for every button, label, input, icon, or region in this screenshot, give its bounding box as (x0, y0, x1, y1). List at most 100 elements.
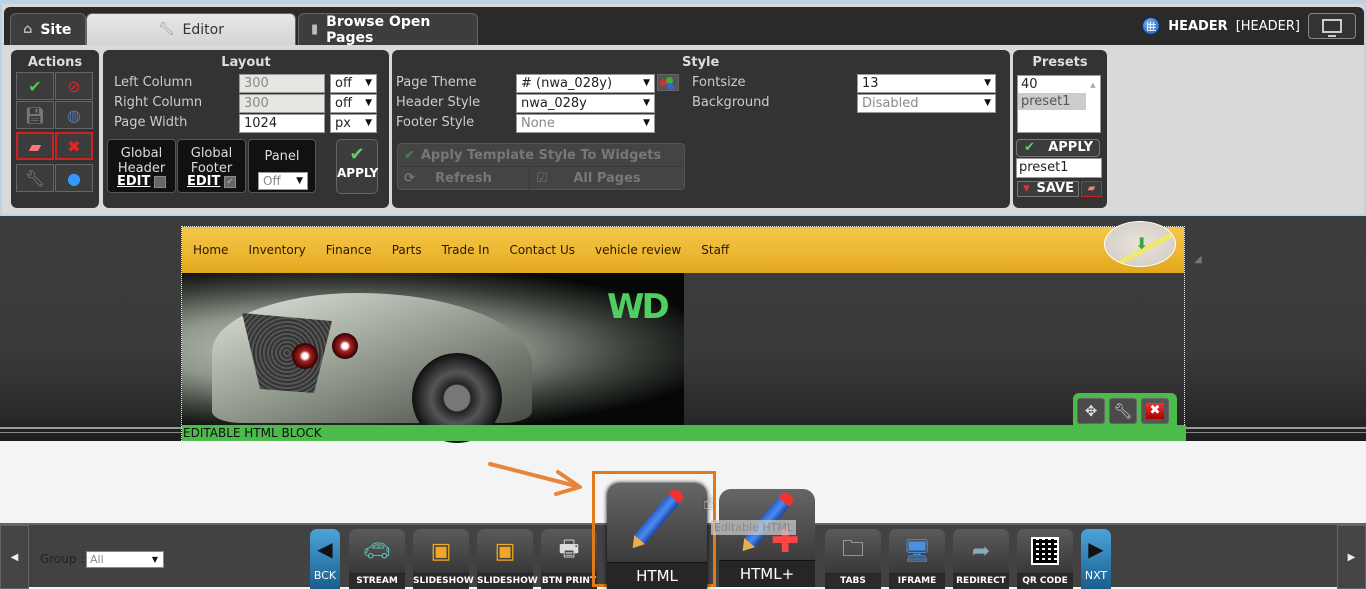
next-button[interactable]: ▶ NXT (1081, 529, 1111, 589)
wrench-icon: 🔧︎ (1113, 402, 1133, 420)
global-footer-edit-link[interactable]: EDIT (187, 174, 220, 189)
right-column-toggle[interactable]: off (330, 94, 377, 113)
grid-globe-icon (1142, 17, 1161, 35)
panel-title: Presets (1032, 55, 1088, 70)
resize-grip-icon[interactable]: ◢ (1194, 254, 1202, 265)
presets-list[interactable]: 40 preset1 ▲▼ (1017, 75, 1101, 157)
confirm-button[interactable]: ✔ (16, 72, 54, 100)
cancel-button[interactable]: ⊘ (55, 72, 93, 100)
nav-link-staff[interactable]: Staff (701, 243, 729, 257)
nav-link-trade-in[interactable]: Trade In (442, 243, 490, 257)
widget-label: HTML+ (719, 560, 815, 587)
caret-right-icon: ▶ (1088, 537, 1104, 561)
user-icon: ● (67, 168, 81, 188)
map-badge[interactable]: ⬇ (1104, 221, 1176, 267)
user-button[interactable]: ● (55, 164, 93, 192)
preset-item[interactable]: 40 (1018, 76, 1086, 93)
left-column-toggle[interactable]: off (330, 74, 377, 93)
template-actions: ✔ Apply Template Style To Widgets ⟳ Refr… (397, 143, 685, 190)
page-width-input[interactable]: 1024 (239, 114, 325, 133)
scroll-right-button[interactable]: ▶ (1337, 525, 1366, 589)
widget-btn-print[interactable]: 🖶︎ BTN PRINT (541, 529, 597, 589)
apply-template-button[interactable]: ✔ Apply Template Style To Widgets (398, 144, 684, 167)
nav-link-contact-us[interactable]: Contact Us (509, 243, 575, 257)
preset-erase-button[interactable]: ▰ (1081, 181, 1102, 197)
preview-monitor-button[interactable] (1308, 13, 1356, 39)
widget-iframe[interactable]: 🖥︎ IFRAME (889, 529, 945, 589)
all-pages-toggle[interactable]: ☑ All Pages (530, 167, 684, 190)
tab-label: Browse Open Pages (326, 13, 431, 46)
widget-tabs[interactable]: 🗀︎ TABS (825, 529, 881, 589)
page-theme-select[interactable]: # (nwa_028y) (516, 74, 655, 93)
hand-cursor-icon: ☝ (703, 493, 714, 514)
apply-label: APPLY (1048, 140, 1093, 155)
preset-save-button[interactable]: ▼ SAVE (1017, 181, 1079, 197)
nav-link-home[interactable]: Home (193, 243, 228, 257)
delete-button[interactable]: ✖ (55, 132, 93, 160)
delete-block-button[interactable]: ✖ (1141, 398, 1169, 424)
settings-button[interactable]: 🔧︎ (1109, 398, 1137, 424)
widget-stream[interactable]: 🚗︎ STREAM (349, 529, 405, 589)
widget-slideshow[interactable]: ▣ SLIDESHOW (413, 529, 474, 589)
car-taillight (332, 333, 358, 359)
tab-browse-open-pages[interactable]: ▮ Browse Open Pages (298, 13, 478, 46)
move-button[interactable]: ✥ (1077, 398, 1105, 424)
editor-panel: ⌂ Site 🔧︎ Editor ▮ Browse Open Pages HEA… (0, 0, 1366, 216)
footer-style-select[interactable]: None (516, 114, 655, 133)
right-column-input[interactable]: 300 (239, 94, 325, 113)
widget-slideshow-2[interactable]: ▣ SLIDESHOW (477, 529, 538, 589)
preset-apply-button[interactable]: ✔ APPLY (1016, 139, 1100, 157)
widget-label: HTML (607, 562, 707, 589)
widget-qr-code[interactable]: QR CODE (1017, 529, 1073, 589)
list-scrollbar[interactable]: ▲▼ (1087, 77, 1099, 157)
wrench-icon: 🔧︎ (158, 22, 175, 37)
tab-editor[interactable]: 🔧︎ Editor (86, 13, 296, 45)
global-header-checkbox[interactable] (154, 176, 166, 188)
erase-button[interactable]: ▰ (16, 132, 54, 160)
nav-link-parts[interactable]: Parts (392, 243, 422, 257)
group-select[interactable]: All (86, 551, 164, 568)
back-button[interactable]: ◀ BCK (310, 529, 340, 589)
folders-icon: 🗀︎ (841, 537, 864, 562)
widget-html[interactable]: HTML (607, 483, 707, 589)
layout-panel: Layout Left Column 300 off Right Column … (103, 50, 389, 208)
editable-block-label[interactable]: EDITABLE HTML BLOCK (182, 425, 1186, 441)
check-icon: ✔ (349, 144, 365, 165)
caret-left-icon: ◀ (317, 537, 333, 561)
tab-site[interactable]: ⌂ Site (10, 13, 86, 45)
move-arrows-icon: ✥ (1084, 402, 1098, 420)
tools-button[interactable]: 🔧︎ (16, 164, 54, 192)
pencil-shape (633, 493, 681, 545)
nav-link-finance[interactable]: Finance (326, 243, 372, 257)
printer-icon: 🖶︎ (558, 537, 580, 562)
save-button[interactable]: 💾︎ (16, 101, 54, 129)
widget-html-plus[interactable]: ✚ HTML+ (719, 489, 815, 587)
page-width-unit-select[interactable]: px (330, 114, 377, 133)
style-panel: Style Page Theme # (nwa_028y) Header Sty… (392, 50, 1010, 208)
nav-link-vehicle-review[interactable]: vehicle review (595, 243, 681, 257)
header-style-select[interactable]: nwa_028y (516, 94, 655, 113)
preset-name-input[interactable]: preset1 (1016, 158, 1102, 178)
panel-title: Layout (221, 55, 271, 70)
global-header-edit-link[interactable]: EDIT (117, 174, 150, 189)
left-column-input[interactable]: 300 (239, 74, 325, 93)
nav-link-inventory[interactable]: Inventory (248, 243, 305, 257)
globe-button[interactable]: ◍ (55, 101, 93, 129)
globe-icon: ◍ (67, 105, 81, 125)
scroll-left-button[interactable]: ◀ (0, 525, 29, 589)
widget-html-highlighted[interactable]: HTML (592, 471, 716, 589)
color-palette-button[interactable] (657, 74, 679, 91)
preset-item[interactable]: preset1 (1018, 93, 1086, 110)
widget-label: QR CODE (1017, 573, 1073, 588)
panel-select[interactable]: Off (258, 172, 308, 190)
header-style-label: Header Style (396, 95, 481, 110)
globe-arrow-icon: ➦ (971, 538, 991, 564)
header-section-preview[interactable]: Home Inventory Finance Parts Trade In Co… (181, 221, 1186, 443)
widget-redirect[interactable]: ➦ REDIRECT (953, 529, 1009, 589)
background-select[interactable]: Disabled (857, 94, 996, 113)
global-footer-checkbox[interactable]: ✔ (224, 176, 236, 188)
refresh-button[interactable]: ⟳ Refresh (398, 167, 530, 190)
fontsize-select[interactable]: 13 (857, 74, 996, 93)
close-x-icon: ✖ (67, 136, 81, 156)
layout-apply-button[interactable]: ✔ APPLY (336, 139, 378, 194)
